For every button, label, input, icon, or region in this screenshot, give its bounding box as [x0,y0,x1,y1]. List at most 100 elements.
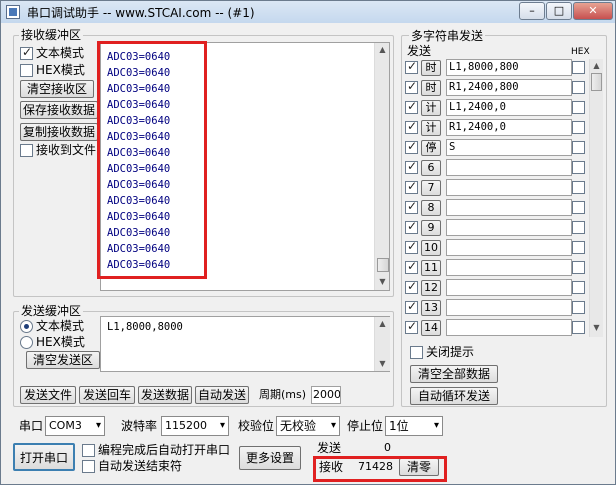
multi-row-send-button[interactable]: 停 [421,140,441,156]
multi-row-hex-checkbox[interactable] [572,101,585,114]
multi-row-send-button[interactable]: 12 [421,280,441,296]
multi-row-hex-checkbox[interactable] [572,81,585,94]
multi-row-input[interactable]: R1,2400,800 [446,79,572,96]
multi-row-hex-checkbox[interactable] [572,181,585,194]
auto-stop-checkbox[interactable] [82,460,95,473]
auto-open-checkbox[interactable] [82,444,95,457]
multi-row-input[interactable] [446,199,572,216]
multi-row-send-checkbox[interactable] [405,79,418,94]
close-button[interactable]: ✕ [573,2,613,20]
receive-text-mode-checkbox[interactable] [20,45,33,60]
multi-row-hex-checkbox[interactable] [572,161,585,174]
stop-select[interactable]: 1位 [385,416,443,436]
multi-row: 10 [405,239,595,259]
send-textarea[interactable]: L1,8000,8000 ▲ ▼ [100,316,390,372]
multi-row-hex-checkbox[interactable] [572,261,585,274]
multi-row-send-checkbox[interactable] [405,139,418,154]
multi-row-input[interactable] [446,179,572,196]
multi-row-send-button[interactable]: 6 [421,160,441,176]
scroll-down-icon[interactable]: ▼ [375,357,390,371]
scroll-thumb[interactable] [377,258,389,272]
multi-row-input[interactable] [446,299,572,316]
receive-to-file-checkbox[interactable] [20,144,33,157]
multi-row-input[interactable]: L1,8000,800 [446,59,572,76]
multi-row-send-checkbox[interactable] [405,179,418,194]
copy-receive-button[interactable]: 复制接收数据 [20,123,98,141]
multi-row-send-checkbox[interactable] [405,299,418,314]
multi-row-input[interactable]: L1,2400,0 [446,99,572,116]
multi-row-send-button[interactable]: 13 [421,300,441,316]
multi-row-hex-checkbox[interactable] [572,241,585,254]
multi-row-input[interactable] [446,219,572,236]
multi-row-input[interactable] [446,159,572,176]
multi-row-send-button[interactable]: 10 [421,240,441,256]
send-data-button[interactable]: 发送数据 [138,386,192,404]
multi-row-send-checkbox[interactable] [405,99,418,114]
multi-row-send-button[interactable]: 时 [421,80,441,96]
multi-row-send-button[interactable]: 计 [421,120,441,136]
multi-row-input[interactable] [446,259,572,276]
multi-row-send-checkbox[interactable] [405,279,418,294]
clear-all-button[interactable]: 清空全部数据 [410,365,498,383]
multi-row-send-checkbox[interactable] [405,199,418,214]
scroll-down-icon[interactable]: ▼ [590,321,603,335]
multi-row-hex-checkbox[interactable] [572,281,585,294]
multi-row-send-checkbox[interactable] [405,319,418,334]
multi-row-hex-checkbox[interactable] [572,321,585,334]
minimize-button[interactable]: – [519,2,545,20]
multi-row-send-checkbox[interactable] [405,239,418,254]
receive-hex-mode-checkbox[interactable] [20,64,33,77]
scroll-up-icon[interactable]: ▲ [375,43,389,57]
multi-row-send-button[interactable]: 11 [421,260,441,276]
multi-row-send-button[interactable]: 9 [421,220,441,236]
multi-scrollbar[interactable]: ▲ ▼ [589,59,603,337]
multi-row-send-button[interactable]: 14 [421,320,441,336]
multi-row-send-checkbox[interactable] [405,159,418,174]
auto-send-button[interactable]: 自动发送 [195,386,249,404]
baud-select[interactable]: 115200 [161,416,229,436]
scroll-thumb[interactable] [591,73,602,91]
more-settings-button[interactable]: 更多设置 [239,446,301,470]
send-return-button[interactable]: 发送回车 [79,386,135,404]
multi-row-send-checkbox[interactable] [405,259,418,274]
save-receive-button[interactable]: 保存接收数据 [20,101,98,119]
parity-select[interactable]: 无校验 [276,416,340,436]
open-port-button[interactable]: 打开串口 [13,443,75,471]
multi-row-send-button[interactable]: 计 [421,100,441,116]
clear-receive-button[interactable]: 清空接收区 [20,80,94,98]
multi-row-hex-checkbox[interactable] [572,201,585,214]
multi-row-input[interactable] [446,239,572,256]
multi-row-send-checkbox[interactable] [405,119,418,134]
multi-row-input[interactable]: R1,2400,0 [446,119,572,136]
multi-row-send-button[interactable]: 8 [421,200,441,216]
multi-row-send-button[interactable]: 7 [421,180,441,196]
multi-row-hex-checkbox[interactable] [572,141,585,154]
send-hex-mode-radio[interactable] [20,336,33,349]
send-group-label: 发送缓冲区 [19,304,84,318]
scroll-up-icon[interactable]: ▲ [590,59,603,73]
period-input[interactable]: 2000 [311,386,341,404]
window-title: 串口调试助手 -- www.STCAI.com -- (#1) [27,6,255,20]
port-select[interactable]: COM3 [45,416,105,436]
send-scrollbar[interactable]: ▲ ▼ [374,317,390,371]
multi-row-input[interactable] [446,279,572,296]
scroll-down-icon[interactable]: ▼ [375,275,389,289]
send-file-button[interactable]: 发送文件 [20,386,76,404]
multi-row-hex-checkbox[interactable] [572,121,585,134]
multi-row-hex-checkbox[interactable] [572,301,585,314]
clear-send-button[interactable]: 清空发送区 [26,351,100,369]
scroll-up-icon[interactable]: ▲ [375,317,390,331]
title-bar: 串口调试助手 -- www.STCAI.com -- (#1) – □ ✕ [1,1,615,23]
multi-row-hex-checkbox[interactable] [572,221,585,234]
multi-row-send-checkbox[interactable] [405,59,418,74]
multi-row-hex-checkbox[interactable] [572,61,585,74]
multi-row-send-checkbox[interactable] [405,219,418,234]
multi-row-input[interactable] [446,319,572,336]
multi-row-input[interactable]: S [446,139,572,156]
receive-scrollbar[interactable]: ▲ ▼ [374,43,389,290]
close-tip-checkbox[interactable] [410,346,423,359]
auto-loop-button[interactable]: 自动循环发送 [410,387,498,405]
multi-row-send-button[interactable]: 时 [421,60,441,76]
send-text-mode-radio[interactable] [20,320,33,333]
maximize-button[interactable]: □ [546,2,572,20]
